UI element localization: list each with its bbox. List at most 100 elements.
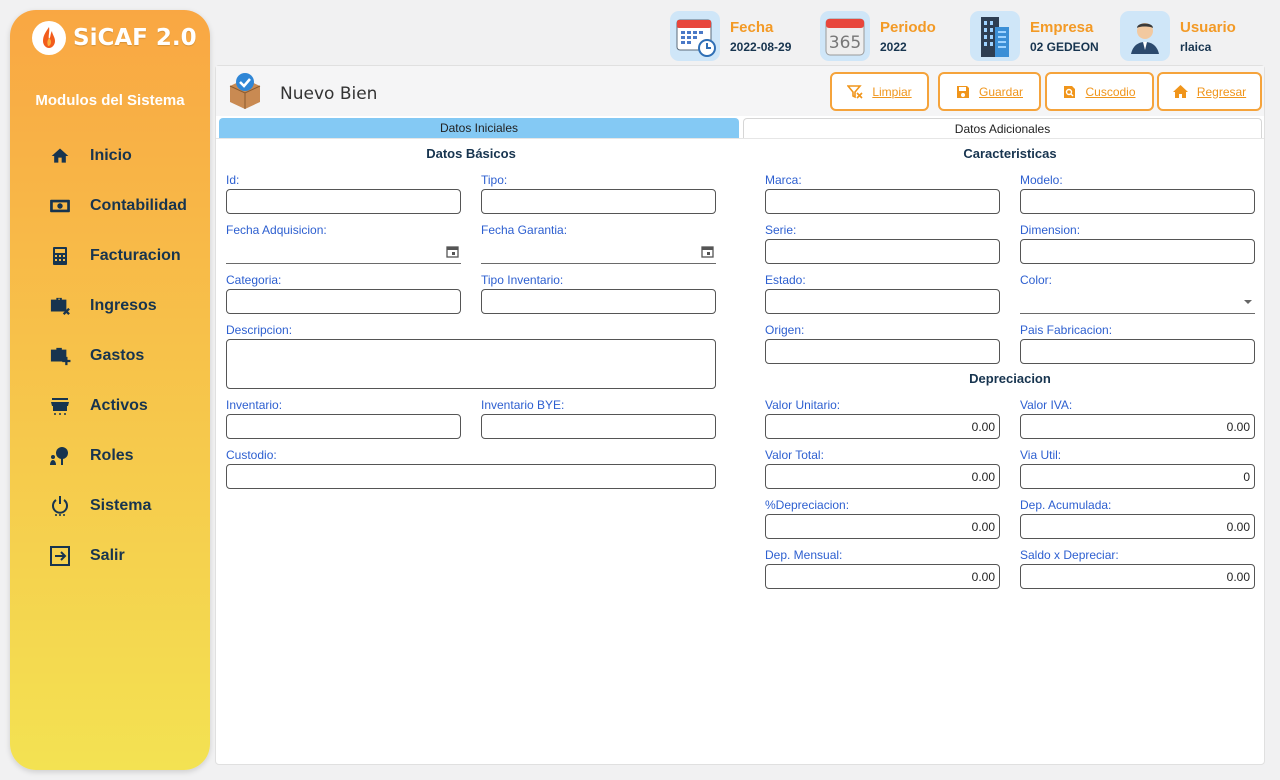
dep-mensual-input[interactable] bbox=[765, 564, 1000, 589]
regresar-label: Regresar bbox=[1196, 84, 1247, 99]
section-datos-basicos: Datos Básicos bbox=[426, 146, 516, 161]
saldo-depreciar-label: Saldo x Depreciar: bbox=[1020, 548, 1119, 562]
home-icon bbox=[1172, 84, 1188, 99]
sidebar-item-label: Roles bbox=[90, 447, 134, 464]
color-select[interactable] bbox=[1020, 289, 1255, 314]
field-fecha-garantia: Fecha Garantia: bbox=[481, 223, 716, 264]
sidebar-item-gastos[interactable]: Gastos bbox=[48, 331, 187, 381]
dimension-label: Dimension: bbox=[1020, 223, 1081, 237]
inventario-input[interactable] bbox=[226, 414, 461, 439]
tipo-input[interactable] bbox=[481, 189, 716, 214]
origen-input[interactable] bbox=[765, 339, 1000, 364]
valor-unitario-input[interactable] bbox=[765, 414, 1000, 439]
saldo-depreciar-input[interactable] bbox=[1020, 564, 1255, 589]
header-fecha: Fecha 2022-08-29 bbox=[670, 10, 791, 62]
save-icon bbox=[956, 85, 970, 99]
sidebar-title: Modulos del Sistema bbox=[35, 92, 185, 109]
section-depreciacion: Depreciacion bbox=[969, 371, 1051, 386]
estado-label: Estado: bbox=[765, 273, 806, 287]
flame-logo-icon bbox=[32, 21, 66, 55]
inventario-bye-input[interactable] bbox=[481, 414, 716, 439]
dropdown-arrow-icon[interactable] bbox=[1243, 299, 1253, 305]
sidebar-item-inicio[interactable]: Inicio bbox=[48, 131, 187, 181]
descripcion-label: Descripcion: bbox=[226, 323, 293, 337]
categoria-input[interactable] bbox=[226, 289, 461, 314]
tipo-inventario-input[interactable] bbox=[481, 289, 716, 314]
estado-input[interactable] bbox=[765, 289, 1000, 314]
power-icon bbox=[48, 494, 72, 518]
valor-total-label: Valor Total: bbox=[765, 448, 824, 462]
regresar-button[interactable]: Regresar bbox=[1157, 72, 1262, 111]
tipo-inventario-label: Tipo Inventario: bbox=[481, 273, 564, 287]
field-modelo: Modelo: bbox=[1020, 173, 1255, 214]
color-label: Color: bbox=[1020, 273, 1053, 287]
sidebar-item-salir[interactable]: Salir bbox=[48, 531, 187, 581]
dimension-input[interactable] bbox=[1020, 239, 1255, 264]
money-icon bbox=[48, 194, 72, 218]
fecha-garantia-label: Fecha Garantia: bbox=[481, 223, 568, 237]
header-periodo-label: Periodo bbox=[880, 18, 936, 36]
sidebar-item-facturacion[interactable]: Facturacion bbox=[48, 231, 187, 281]
header-fecha-label: Fecha bbox=[730, 18, 774, 36]
descripcion-input[interactable] bbox=[226, 339, 716, 389]
via-util-label: Via Util: bbox=[1020, 448, 1062, 462]
logout-icon bbox=[48, 544, 72, 568]
dep-acumulada-label: Dep. Acumulada: bbox=[1020, 498, 1112, 512]
building-icon bbox=[970, 11, 1020, 61]
header-empresa: Empresa 02 GEDEON bbox=[970, 10, 1099, 62]
field-categoria: Categoria: bbox=[226, 273, 461, 314]
sidebar-item-roles[interactable]: Roles bbox=[48, 431, 187, 481]
pct-depreciacion-input[interactable] bbox=[765, 514, 1000, 539]
marca-input[interactable] bbox=[765, 189, 1000, 214]
sidebar-item-ingresos[interactable]: Ingresos bbox=[48, 281, 187, 331]
origen-label: Origen: bbox=[765, 323, 805, 337]
home-icon bbox=[48, 144, 72, 168]
tipo-label: Tipo: bbox=[481, 173, 508, 187]
valor-iva-label: Valor IVA: bbox=[1020, 398, 1073, 412]
pais-fabricacion-input[interactable] bbox=[1020, 339, 1255, 364]
tab-divider bbox=[216, 138, 1264, 139]
id-label: Id: bbox=[226, 173, 240, 187]
limpiar-label: Limpiar bbox=[872, 84, 912, 99]
field-serie: Serie: bbox=[765, 223, 1000, 264]
sidebar-item-label: Salir bbox=[90, 547, 125, 564]
header-usuario-value: rlaica bbox=[1180, 39, 1212, 54]
field-origen: Origen: bbox=[765, 323, 1000, 364]
header-empresa-label: Empresa bbox=[1030, 18, 1094, 36]
user-avatar-icon[interactable] bbox=[1120, 11, 1170, 61]
field-marca: Marca: bbox=[765, 173, 1000, 214]
header-usuario: Usuario rlaica bbox=[1120, 10, 1236, 62]
custodio-button[interactable]: Cuscodio bbox=[1045, 72, 1154, 111]
field-saldo-depreciar: Saldo x Depreciar: bbox=[1020, 548, 1255, 589]
valor-unitario-label: Valor Unitario: bbox=[765, 398, 841, 412]
field-inventario-bye: Inventario BYE: bbox=[481, 398, 716, 439]
sidebar-item-sistema[interactable]: Sistema bbox=[48, 481, 187, 531]
modelo-input[interactable] bbox=[1020, 189, 1255, 214]
sidebar-item-activos[interactable]: Activos bbox=[48, 381, 187, 431]
valor-iva-input[interactable] bbox=[1020, 414, 1255, 439]
calendar-icon[interactable] bbox=[701, 245, 714, 258]
categoria-label: Categoria: bbox=[226, 273, 282, 287]
tab-datos-iniciales[interactable]: Datos Iniciales bbox=[219, 118, 739, 138]
via-util-input[interactable] bbox=[1020, 464, 1255, 489]
field-pct-depreciacion: %Depreciacion: bbox=[765, 498, 1000, 539]
custodio-label: Cuscodio bbox=[1085, 84, 1136, 99]
form-toolbar: Nuevo Bien Limpiar Guardar Cuscodio Regr… bbox=[216, 66, 1264, 116]
custodio-input[interactable] bbox=[226, 464, 716, 489]
fecha-garantia-input[interactable] bbox=[481, 239, 716, 264]
guardar-label: Guardar bbox=[978, 84, 1024, 99]
sidebar-item-contabilidad[interactable]: Contabilidad bbox=[48, 181, 187, 231]
limpiar-button[interactable]: Limpiar bbox=[830, 72, 929, 111]
tab-datos-adicionales[interactable]: Datos Adicionales bbox=[743, 118, 1262, 138]
valor-total-input[interactable] bbox=[765, 464, 1000, 489]
guardar-button[interactable]: Guardar bbox=[938, 72, 1041, 111]
field-estado: Estado: bbox=[765, 273, 1000, 314]
calendar-icon[interactable] bbox=[446, 245, 459, 258]
fecha-adquisicion-input[interactable] bbox=[226, 239, 461, 264]
app-logo: SiCAF 2.0 bbox=[32, 16, 197, 60]
periodo-icon-text: 365 bbox=[829, 33, 861, 53]
field-dep-mensual: Dep. Mensual: bbox=[765, 548, 1000, 589]
id-input[interactable] bbox=[226, 189, 461, 214]
serie-input[interactable] bbox=[765, 239, 1000, 264]
dep-acumulada-input[interactable] bbox=[1020, 514, 1255, 539]
